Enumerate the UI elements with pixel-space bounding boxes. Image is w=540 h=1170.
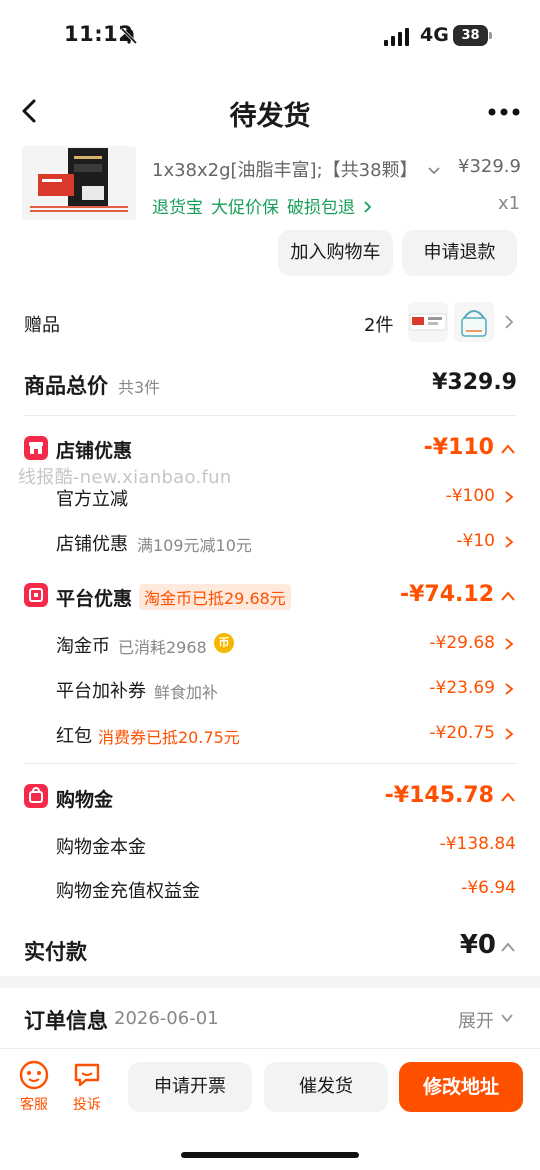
total-value: ¥329.9: [432, 370, 517, 395]
product-spec[interactable]: 1x38x2g[油脂丰富];【共38颗】: [152, 156, 418, 182]
total-label: 商品总价: [24, 374, 108, 398]
service-tags[interactable]: 退货宝 大促价保 破损包退: [152, 193, 373, 218]
taojinbi-tag: 淘金币已抵29.68元: [139, 584, 291, 610]
request-invoice-button[interactable]: 申请开票: [128, 1062, 252, 1112]
expand-button[interactable]: 展开: [458, 1007, 494, 1033]
actual-payment-label: 实付款: [24, 940, 87, 964]
chevron-down-icon[interactable]: [426, 162, 442, 178]
gift-label: 赠品: [24, 315, 60, 336]
divider: [24, 415, 517, 416]
chevron-up-icon[interactable]: [500, 590, 516, 602]
chevron-up-icon[interactable]: [500, 941, 516, 953]
chevron-right-icon[interactable]: [503, 682, 515, 696]
shopping-gold-amount[interactable]: -¥145.78: [360, 783, 494, 808]
urge-shipment-button[interactable]: 催发货: [264, 1062, 388, 1112]
coin-icon: 币: [214, 633, 234, 653]
home-indicator: [181, 1152, 359, 1158]
order-date: 2026-06-01: [114, 1008, 219, 1029]
order-info-label: 订单信息: [24, 1009, 108, 1033]
platform-discount-amount[interactable]: -¥74.12: [380, 582, 494, 607]
discount-row-label: 淘金币: [56, 636, 110, 657]
shopping-gold-title: 购物金: [56, 789, 114, 811]
chevron-down-icon[interactable]: [500, 1012, 514, 1024]
discount-row-amount[interactable]: -¥100: [380, 486, 495, 506]
request-refund-button[interactable]: 申请退款: [402, 230, 517, 276]
chevron-right-icon[interactable]: [503, 535, 515, 549]
change-address-button[interactable]: 修改地址: [399, 1062, 523, 1112]
chevron-right-icon[interactable]: [503, 637, 515, 651]
chevron-right-icon: [364, 201, 372, 213]
discount-row-amount[interactable]: -¥20.75: [380, 723, 495, 743]
discount-row-amount[interactable]: -¥23.69: [380, 678, 495, 698]
more-icon[interactable]: [486, 102, 522, 122]
chevron-right-icon[interactable]: [503, 490, 515, 504]
discount-row-label: 店铺优惠: [56, 534, 128, 555]
customer-service-icon[interactable]: [19, 1060, 49, 1090]
divider: [24, 763, 517, 764]
discount-row-sub: 已消耗2968: [118, 638, 207, 657]
gift-thumbnail[interactable]: [454, 302, 494, 342]
total-item-count: 共3件: [118, 378, 161, 397]
discount-row-sub: 鲜食加补: [154, 683, 219, 702]
add-to-cart-button[interactable]: 加入购物车: [278, 230, 393, 276]
signal-icon: [384, 28, 409, 46]
store-icon: [24, 436, 48, 460]
network-type: 4G: [420, 24, 449, 46]
platform-discount-title: 平台优惠: [56, 588, 133, 610]
discount-row-label: 红包: [56, 726, 92, 747]
discount-row-label: 官方立减: [56, 489, 128, 510]
gold-row-label: 购物金本金: [56, 837, 146, 858]
complaint-icon[interactable]: [72, 1060, 102, 1090]
shopping-gold-icon: [24, 784, 48, 808]
chevron-right-icon[interactable]: [502, 314, 516, 330]
discount-row-amount[interactable]: -¥29.68: [380, 633, 495, 653]
complaint-label[interactable]: 投诉: [67, 1094, 107, 1114]
gold-row-amount: -¥138.84: [439, 834, 516, 854]
store-discount-amount[interactable]: -¥110: [380, 435, 494, 460]
battery-icon: 38: [453, 25, 493, 46]
discount-row-amount[interactable]: -¥10: [380, 531, 495, 551]
battery-level: 38: [453, 25, 488, 46]
actual-payment-value[interactable]: ¥0: [430, 930, 496, 960]
tag-damage-return: 破损包退: [287, 198, 355, 218]
page-title: 待发货: [229, 101, 311, 132]
product-price: ¥329.9: [458, 156, 521, 177]
store-discount-title: 店铺优惠: [56, 440, 133, 462]
gift-thumbnail[interactable]: [408, 302, 448, 342]
discount-row-sub: 消费券已抵20.75元: [98, 728, 240, 747]
gift-count: 2件: [364, 315, 394, 336]
chevron-up-icon[interactable]: [500, 791, 516, 803]
customer-service-label[interactable]: 客服: [14, 1094, 54, 1114]
tag-return-insurance: 退货宝: [152, 198, 203, 218]
section-separator: [0, 976, 540, 988]
chevron-up-icon[interactable]: [500, 443, 516, 455]
product-image[interactable]: [22, 146, 136, 220]
platform-icon: [24, 583, 48, 607]
product-quantity: x1: [498, 193, 521, 214]
gold-row-label: 购物金充值权益金: [56, 881, 200, 902]
discount-row-sub: 满109元减10元: [137, 536, 252, 555]
gold-row-amount: -¥6.94: [461, 878, 516, 898]
discount-row-label: 平台加补券: [56, 681, 146, 702]
bell-off-icon: [120, 27, 138, 45]
tag-price-protect: 大促价保: [211, 198, 279, 218]
chevron-right-icon[interactable]: [503, 727, 515, 741]
